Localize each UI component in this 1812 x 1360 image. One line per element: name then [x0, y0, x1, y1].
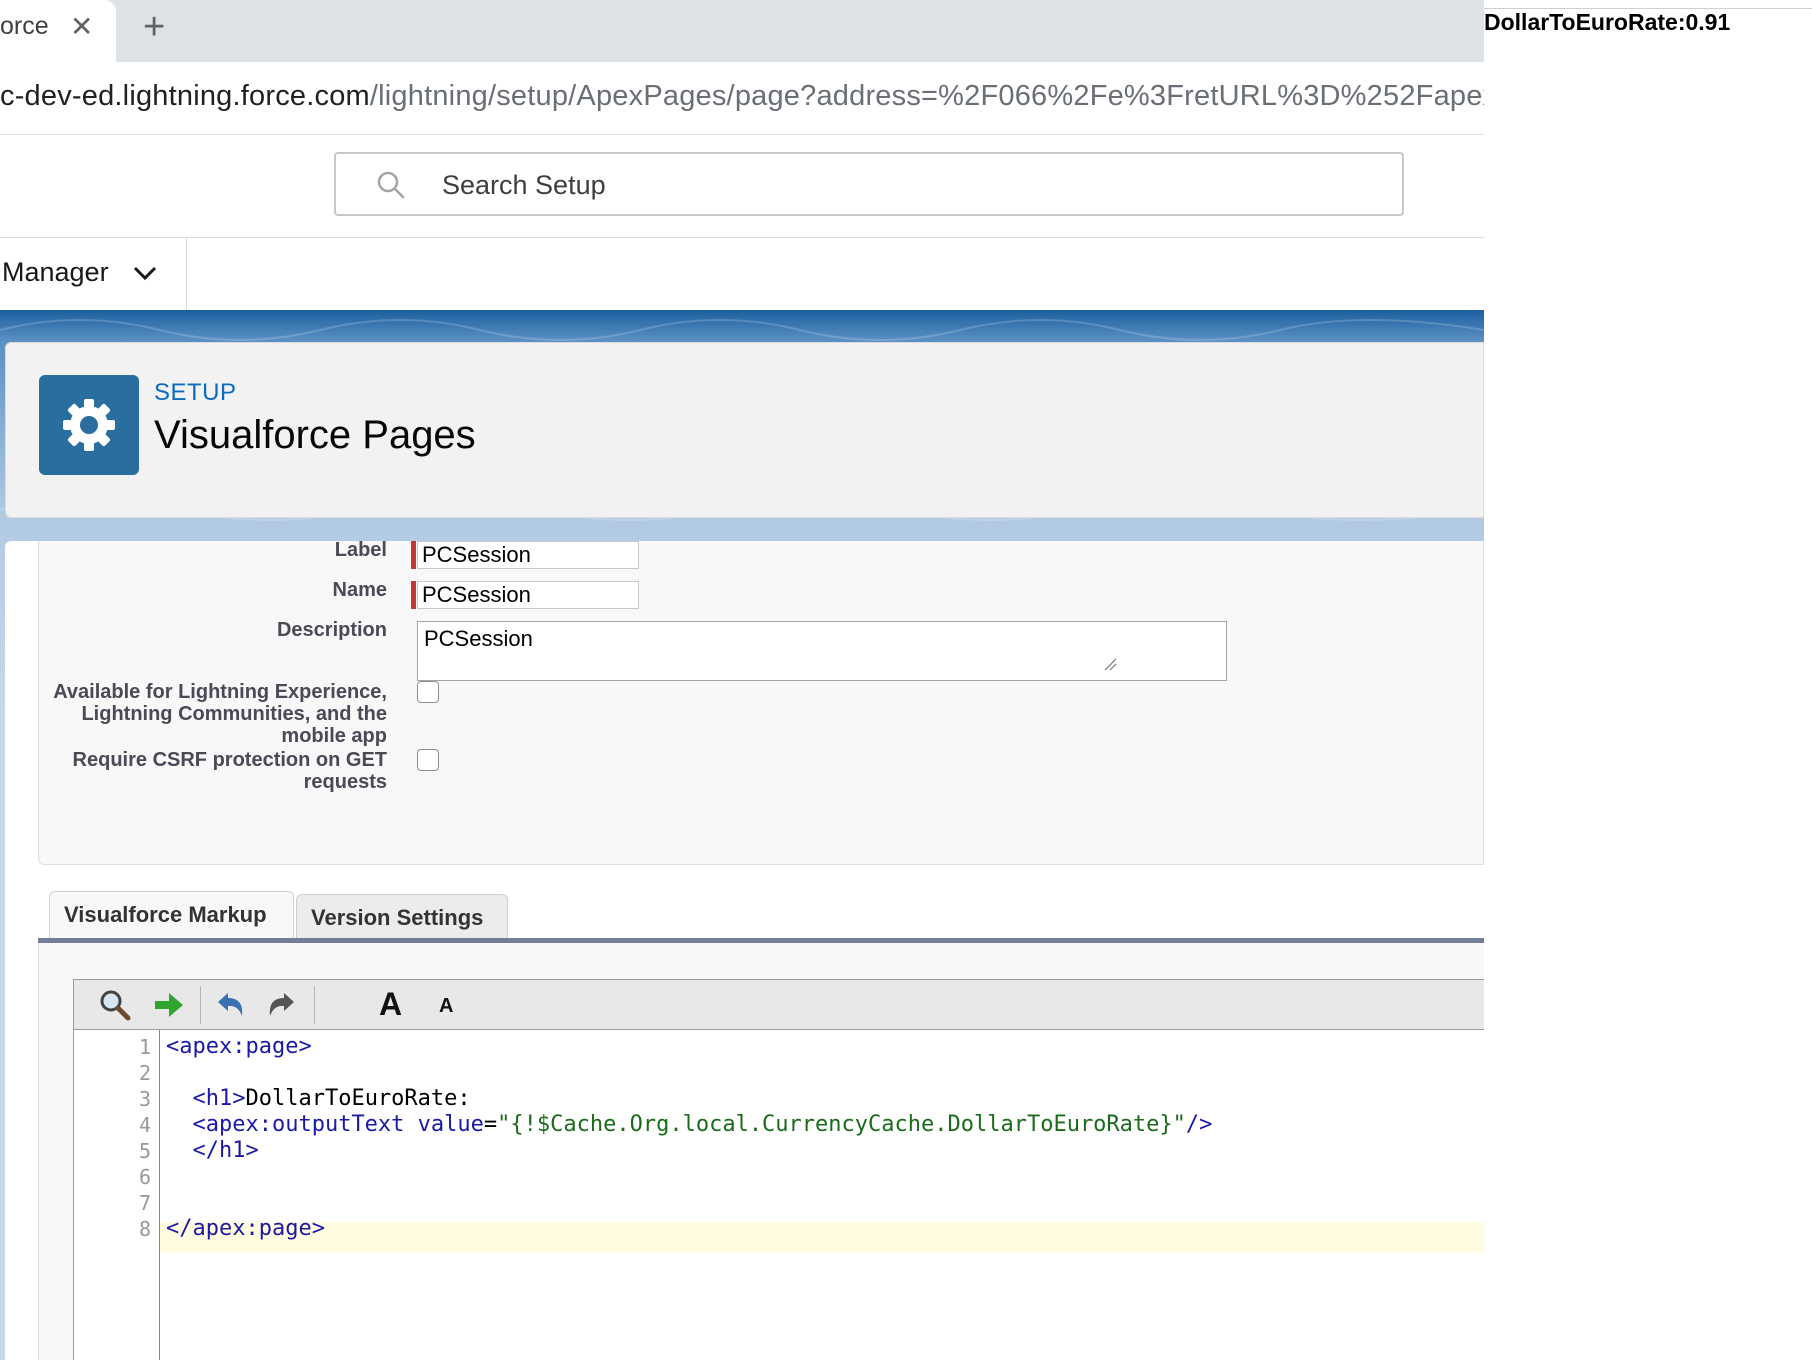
code-token: </h1> [192, 1138, 259, 1163]
code-line[interactable]: </apex:page> [166, 1216, 325, 1241]
chevron-down-icon[interactable] [132, 264, 158, 282]
search-icon [377, 171, 405, 199]
required-indicator [411, 541, 416, 569]
search-icon[interactable] [98, 988, 132, 1022]
decrease-font-icon[interactable]: A [439, 995, 453, 1018]
line-number: 7 [138, 1191, 151, 1215]
object-manager-nav-item[interactable]: Manager [0, 238, 187, 310]
code-token: </apex:page> [166, 1216, 325, 1241]
undo-icon[interactable] [214, 988, 248, 1022]
line-number: 1 [138, 1035, 151, 1059]
setup-search-box[interactable] [334, 152, 1404, 216]
code-line[interactable]: <h1>DollarToEuroRate: [166, 1086, 471, 1111]
tab-strip: orce ✕ + [0, 0, 1484, 62]
line-number: 3 [138, 1087, 151, 1111]
page-details-section: Label Name Description PCSession Availab… [38, 539, 1484, 865]
toolbar-separator [314, 986, 315, 1024]
lightning-availability-label: Available for Lightning Experience, Ligh… [53, 681, 387, 747]
csrf-protection-label: Require CSRF protection on GET requests [73, 749, 387, 793]
code-token: /> [1185, 1112, 1213, 1137]
code-token: value [417, 1112, 484, 1137]
line-number: 5 [138, 1139, 151, 1163]
active-line-highlight [160, 1222, 1484, 1252]
page-header-card: SETUP Visualforce Pages [5, 342, 1484, 518]
line-number: 6 [138, 1165, 151, 1189]
csrf-protection-checkbox[interactable] [417, 749, 439, 771]
tab-visualforce-markup[interactable]: Visualforce Markup [49, 891, 294, 939]
code-token: <h1> [192, 1086, 246, 1111]
url-host: c-dev-ed.lightning.force.com [0, 80, 370, 112]
line-number: 4 [138, 1113, 151, 1137]
go-to-line-arrow-icon[interactable] [152, 988, 186, 1022]
code-editor[interactable]: A A 1 2 3 4 5 6 7 8 <apex:page> <h1>Doll… [73, 979, 1484, 1360]
toolbar-separator [200, 986, 201, 1024]
lightning-label-line: Lightning Communities, and the [81, 703, 387, 725]
editor-toolbar: A A [74, 980, 1484, 1030]
browser-tab[interactable]: orce ✕ [0, 0, 116, 62]
label-input[interactable] [417, 541, 639, 569]
code-token: <apex:outputText [192, 1112, 405, 1137]
search-input[interactable] [440, 164, 1344, 206]
object-manager-label: Manager [2, 257, 109, 287]
browser-window: orce ✕ + c-dev-ed.lightning.force.com/li… [0, 0, 1484, 1360]
breadcrumb[interactable]: SETUP [154, 379, 237, 407]
code-line[interactable]: <apex:outputText value="{!$Cache.Org.loc… [166, 1112, 1213, 1137]
lightning-label-line: Available for Lightning Experience, [53, 681, 387, 703]
code-token: <apex:page> [166, 1034, 312, 1059]
url-text[interactable]: c-dev-ed.lightning.force.com/lightning/s… [0, 80, 1484, 113]
code-line[interactable]: </h1> [166, 1138, 259, 1163]
label-field-label: Label [334, 539, 387, 561]
setup-gear-icon [39, 375, 139, 475]
name-input[interactable] [417, 581, 639, 609]
page-content-card: Label Name Description PCSession Availab… [5, 539, 1484, 1360]
code-token: DollarToEuroRate: [245, 1086, 471, 1111]
lightning-availability-checkbox[interactable] [417, 681, 439, 703]
close-tab-icon[interactable]: ✕ [70, 10, 93, 43]
line-number: 2 [138, 1061, 151, 1085]
url-path: /lightning/setup/ApexPages/page?address=… [369, 80, 1484, 112]
redo-icon[interactable] [264, 988, 298, 1022]
tab-version-settings[interactable]: Version Settings [296, 894, 508, 938]
csrf-label-line: Require CSRF protection on GET [72, 749, 387, 771]
resize-grip-icon[interactable] [1103, 657, 1117, 671]
preview-output-text: DollarToEuroRate:0.91 [1484, 9, 1731, 35]
line-number-gutter: 1 2 3 4 5 6 7 8 [74, 1030, 160, 1360]
line-number: 8 [138, 1217, 151, 1241]
description-textarea[interactable]: PCSession [417, 621, 1227, 681]
lightning-label-line: mobile app [281, 725, 387, 747]
description-field-label: Description [276, 619, 387, 641]
code-token: = [483, 1112, 498, 1137]
page-preview-panel: DollarToEuroRate:0.91 [1484, 0, 1812, 1360]
app-nav-bar: Manager [0, 238, 1484, 310]
browser-tab-title: orce [0, 12, 49, 40]
markup-editor-panel: A A 1 2 3 4 5 6 7 8 <apex:page> <h1>Doll… [38, 943, 1484, 1360]
address-bar[interactable]: c-dev-ed.lightning.force.com/lightning/s… [0, 62, 1484, 135]
new-tab-icon[interactable]: + [143, 6, 165, 49]
salesforce-header [0, 135, 1484, 238]
required-indicator [411, 581, 416, 609]
csrf-label-line: requests [303, 771, 387, 793]
name-field-label: Name [332, 579, 387, 601]
increase-font-icon[interactable]: A [379, 986, 402, 1023]
code-token: "{!$Cache.Org.local.CurrencyCache.Dollar… [497, 1112, 1186, 1137]
code-line[interactable]: <apex:page> [166, 1034, 312, 1059]
page-title: Visualforce Pages [154, 413, 476, 457]
